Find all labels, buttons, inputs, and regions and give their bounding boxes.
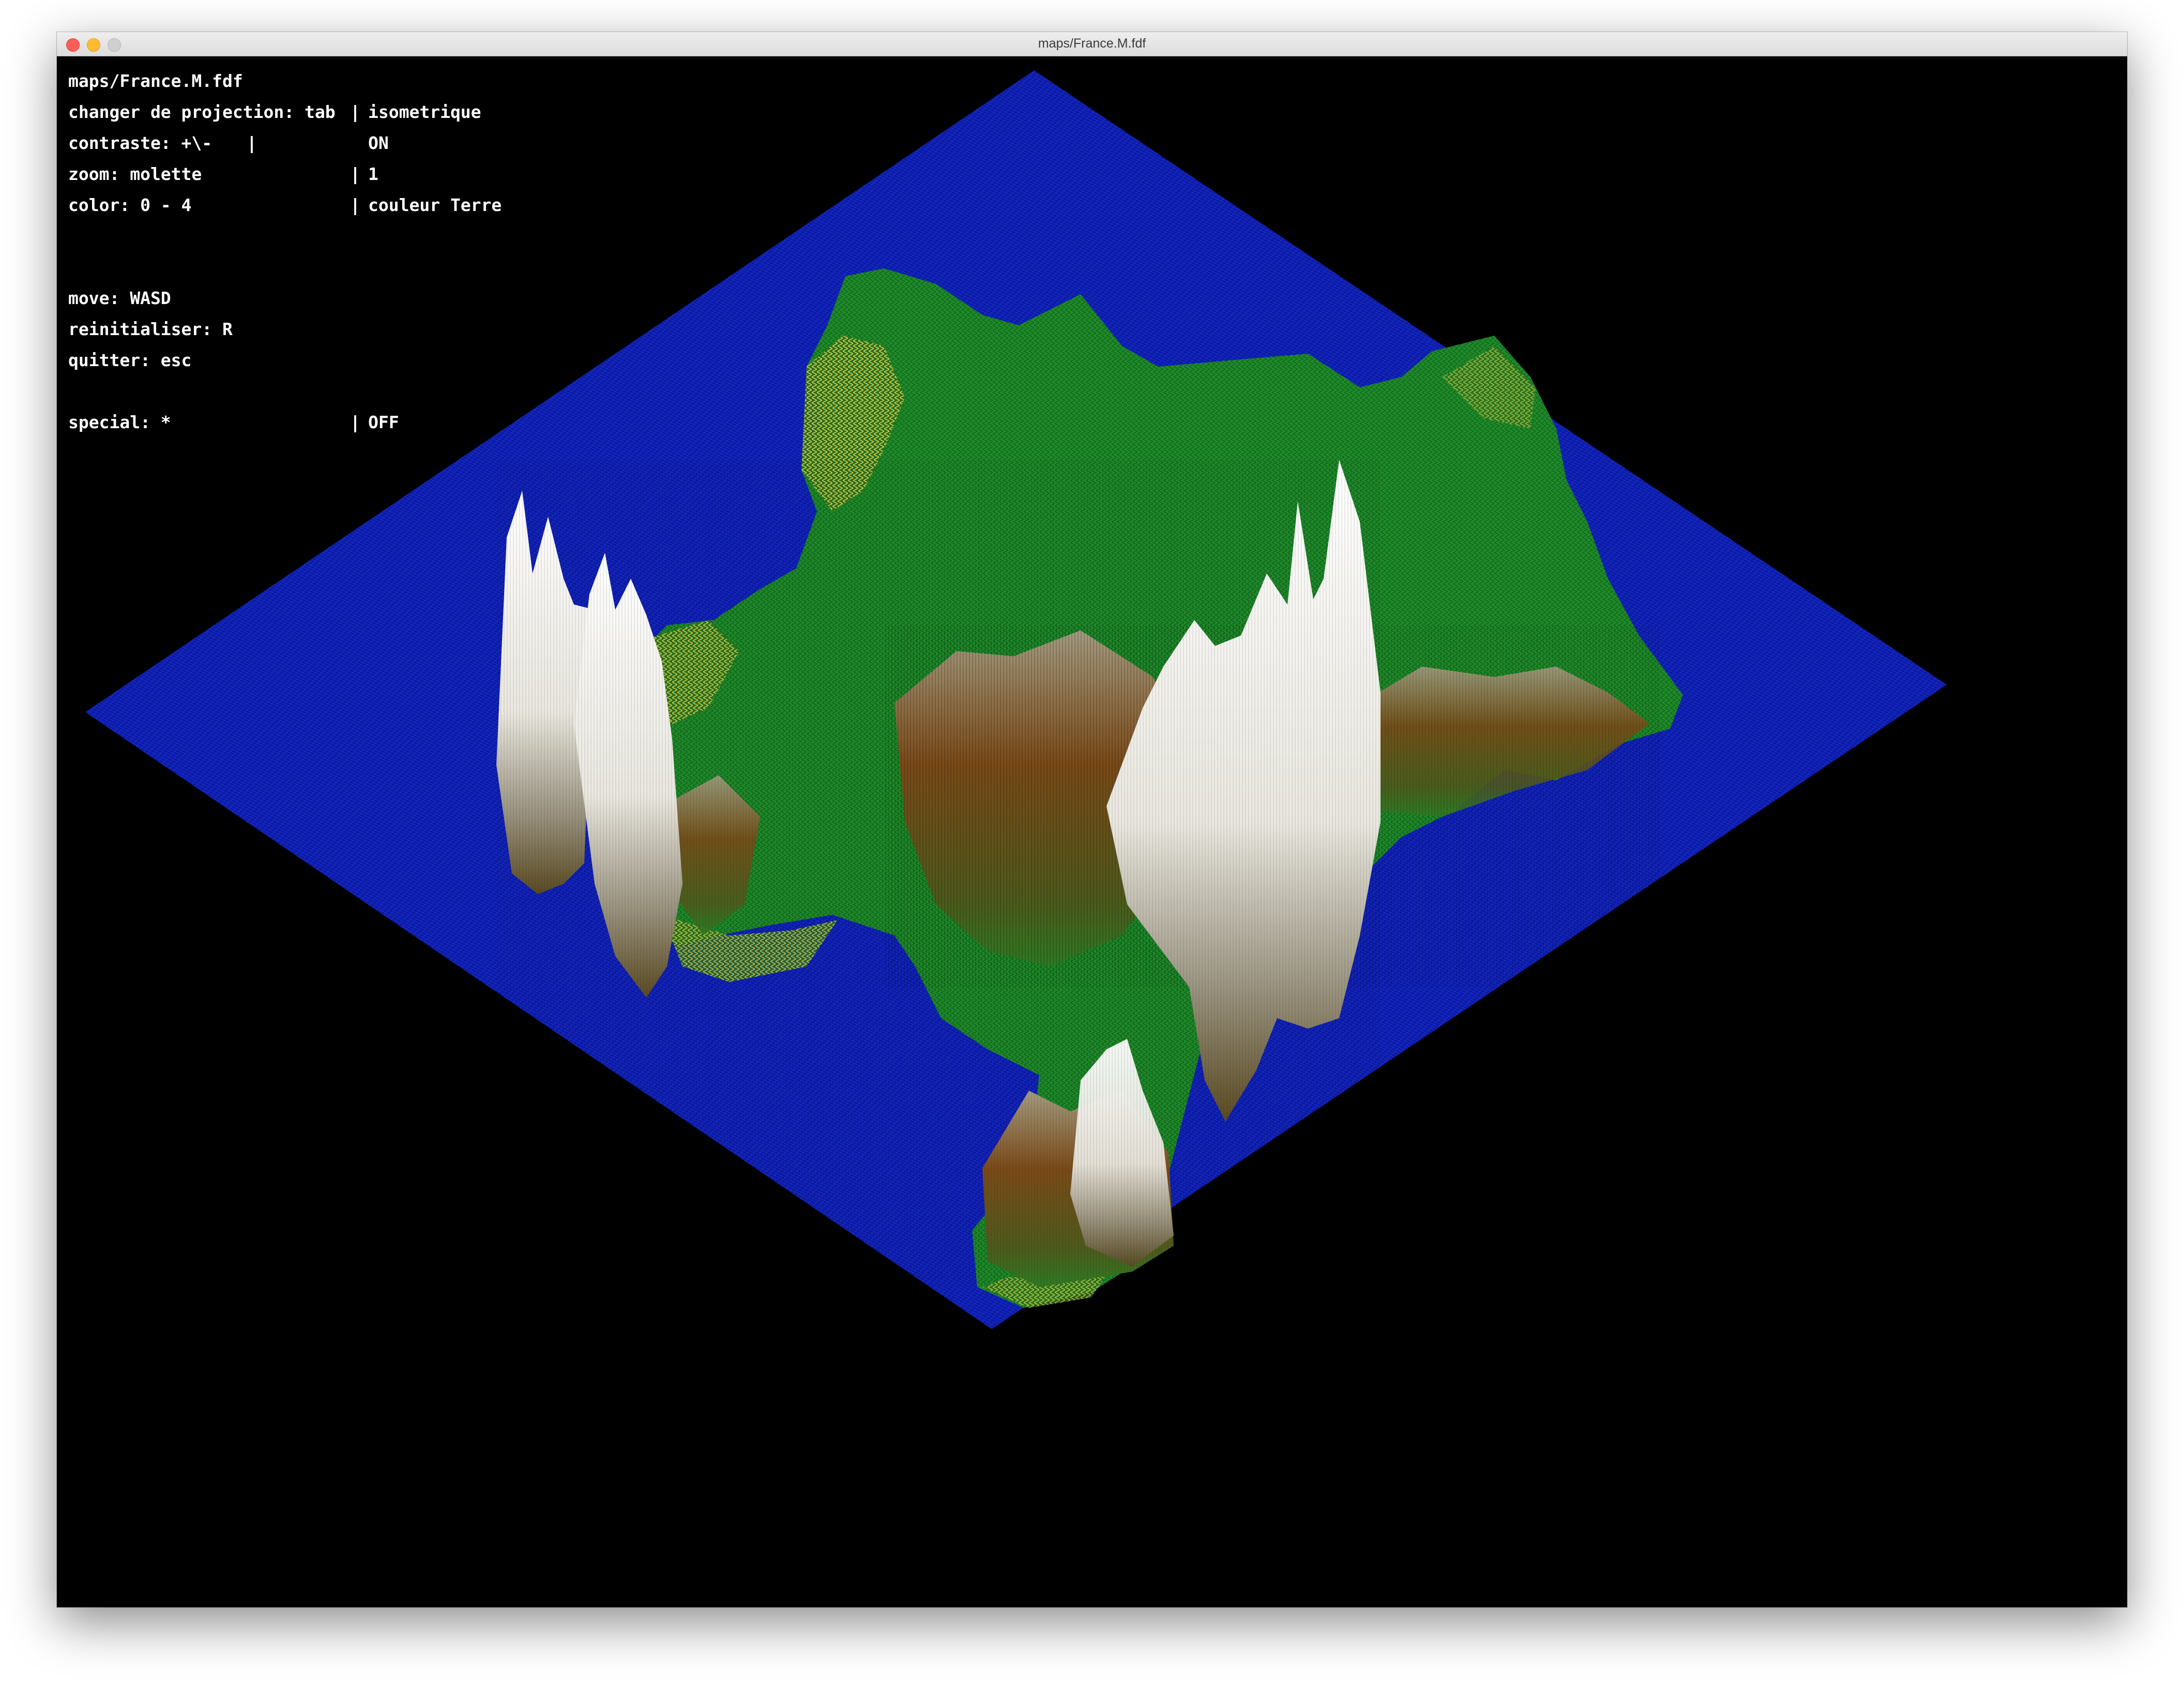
controls-overlay: maps/France.M.fdf changer de projection:… <box>68 66 502 438</box>
title-bar[interactable]: maps/France.M.fdf <box>57 32 2127 56</box>
terrain-render <box>85 70 1947 1329</box>
hud-contrast-line: contraste: +\- | ON <box>68 128 389 159</box>
hud-color-label: color: 0 - 4 <box>68 195 192 215</box>
hud-move-label: move: WASD <box>68 288 171 308</box>
window-title: maps/France.M.fdf <box>1038 36 1146 51</box>
hud-special-value: OFF <box>368 412 399 432</box>
hud-file-name: maps/France.M.fdf <box>68 71 243 91</box>
hud-projection-label: changer de projection: tab <box>68 102 336 122</box>
app-window: maps/France.M.fdf maps/France.M.fdf chan… <box>57 32 2127 1607</box>
hud-special-label: special: * <box>68 412 171 432</box>
hud-zoom-value: 1 <box>368 164 378 184</box>
hud-zoom-line: zoom: molette | 1 <box>68 159 378 190</box>
hud-quit-label: quitter: esc <box>68 350 192 370</box>
hud-special-line: special: * | OFF <box>68 407 399 438</box>
hud-color-line: color: 0 - 4 | couleur Terre <box>68 190 502 221</box>
hud-zoom-label: zoom: molette <box>68 164 202 184</box>
hud-contrast-label: contraste: +\- <box>68 133 213 153</box>
hud-separator: | <box>350 102 360 122</box>
hud-reset-line: reinitialiser: R <box>68 314 233 345</box>
hud-color-value: couleur Terre <box>368 195 502 215</box>
fdf-render-canvas[interactable]: maps/France.M.fdf changer de projection:… <box>57 56 2127 1607</box>
hud-quit-line: quitter: esc <box>68 345 191 376</box>
hud-projection-line: changer de projection: tab | isometrique <box>68 97 481 128</box>
hud-reset-label: reinitialiser: R <box>68 319 233 339</box>
hud-separator: | <box>247 133 257 153</box>
hud-projection-value: isometrique <box>368 102 481 122</box>
hud-separator: | <box>350 164 360 184</box>
hud-contrast-value: ON <box>368 133 389 153</box>
peaks-streaks <box>496 460 1381 1287</box>
hud-separator: | <box>350 412 360 432</box>
hud-file-line: maps/France.M.fdf <box>68 66 243 97</box>
hud-separator: | <box>350 195 360 215</box>
hud-move-line: move: WASD <box>68 283 171 314</box>
